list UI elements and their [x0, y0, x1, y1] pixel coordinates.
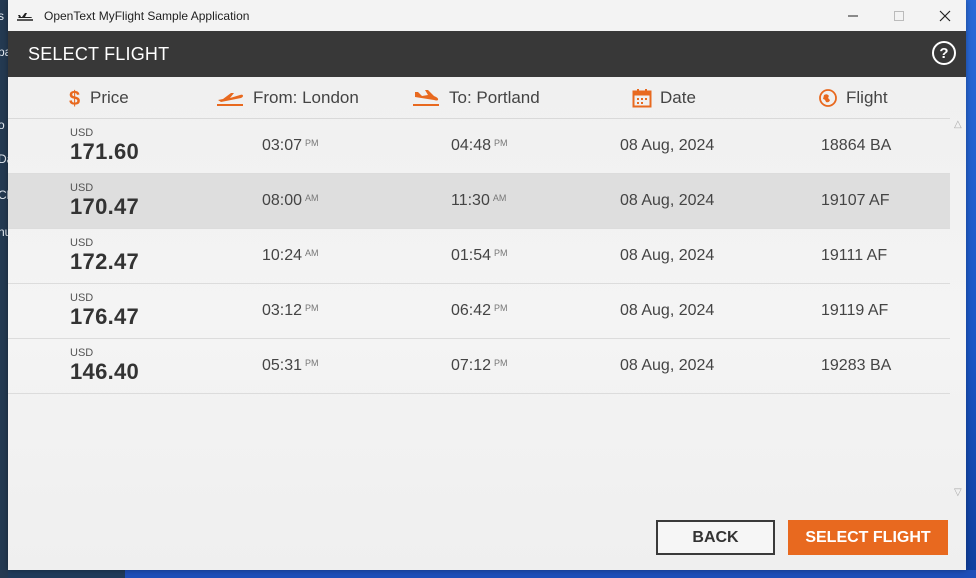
- arrival-time: 06:42 PM: [451, 302, 508, 320]
- departure-ampm: PM: [305, 138, 319, 148]
- page-header: SELECT FLIGHT ?: [8, 31, 966, 77]
- price-value: 146.40: [70, 359, 140, 384]
- maximize-button[interactable]: [876, 0, 922, 31]
- arrival-time-value: 04:48: [451, 137, 492, 154]
- takeoff-icon: [217, 92, 243, 106]
- price-value: 171.60: [70, 139, 140, 164]
- departure-time-value: 10:24: [262, 247, 303, 264]
- flight-date: 08 Aug, 2024: [620, 247, 715, 264]
- column-header-label: Flight: [846, 87, 888, 107]
- departure-ampm: PM: [305, 303, 319, 313]
- flight-date: 08 Aug, 2024: [620, 137, 715, 154]
- column-header-flight: Flight: [818, 77, 888, 118]
- flight-row-selected[interactable]: USD 170.47 08:00 AM 11:30 AM 08 Aug, 2024 …: [8, 174, 950, 229]
- price-value: 170.47: [70, 194, 140, 219]
- back-button[interactable]: BACK: [656, 520, 775, 555]
- departure-time: 05:31 PM: [262, 357, 319, 375]
- arrival-ampm: PM: [494, 358, 508, 368]
- departure-time-value: 03:12: [262, 302, 303, 319]
- price-value: 176.47: [70, 304, 140, 329]
- arrival-time-value: 11:30: [451, 192, 490, 209]
- app-window: OpenText MyFlight Sample Application SEL…: [8, 0, 966, 570]
- flight-date: 08 Aug, 2024: [620, 192, 715, 209]
- bg-text-fragment: s: [0, 9, 4, 23]
- departure-time: 10:24 AM: [262, 247, 319, 265]
- arrival-time: 07:12 PM: [451, 357, 508, 375]
- departure-time: 08:00 AM: [262, 192, 319, 210]
- close-icon: [939, 10, 951, 21]
- scroll-up-arrow-icon[interactable]: △: [954, 119, 962, 130]
- flight-row[interactable]: USD 146.40 05:31 PM 07:12 PM 08 Aug, 2024 …: [8, 339, 950, 394]
- departure-time-value: 05:31: [262, 357, 303, 374]
- column-header-from: From: London: [215, 77, 359, 118]
- arrival-ampm: AM: [492, 193, 507, 203]
- price-currency: USD: [70, 127, 94, 139]
- minimize-icon: [848, 15, 858, 16]
- flight-row[interactable]: USD 176.47 03:12 PM 06:42 PM 08 Aug, 2024 …: [8, 284, 950, 339]
- desktop-background-right: [966, 0, 976, 578]
- desktop-background-left: s pa o Da Cl nu: [0, 0, 13, 578]
- arrival-time: 04:48 PM: [451, 137, 508, 155]
- bg-text-fragment: o: [0, 118, 5, 132]
- arrival-time-value: 01:54: [451, 247, 492, 264]
- minimize-button[interactable]: [830, 0, 876, 31]
- arrival-ampm: PM: [494, 138, 508, 148]
- page-title: SELECT FLIGHT: [28, 43, 170, 64]
- column-headers: $ Price From: London To: Portland Date F…: [8, 77, 950, 119]
- landing-icon: [413, 89, 439, 106]
- arrival-time-value: 07:12: [451, 357, 492, 374]
- flight-row[interactable]: USD 171.60 03:07 PM 04:48 PM 08 Aug, 2024 …: [8, 119, 950, 174]
- column-header-label: Date: [660, 87, 696, 107]
- departure-ampm: AM: [305, 193, 319, 203]
- arrival-time-value: 06:42: [451, 302, 492, 319]
- flight-number: 19107 AF: [821, 192, 890, 209]
- departure-time-value: 03:07: [262, 137, 303, 154]
- flight-date: 08 Aug, 2024: [620, 357, 715, 374]
- flight-row[interactable]: USD 172.47 10:24 AM 01:54 PM 08 Aug, 2024 …: [8, 229, 950, 284]
- price-currency: USD: [70, 292, 94, 304]
- flight-number: 19111 AF: [821, 247, 888, 264]
- maximize-icon: [894, 10, 904, 21]
- price-currency: USD: [70, 347, 94, 359]
- flight-number: 18864 BA: [821, 137, 892, 154]
- window-title: OpenText MyFlight Sample Application: [44, 8, 250, 23]
- dollar-icon: $: [69, 88, 80, 109]
- column-header-label: From: London: [253, 87, 359, 107]
- departure-time: 03:12 PM: [262, 302, 319, 320]
- price-currency: USD: [70, 182, 94, 194]
- departure-time: 03:07 PM: [262, 137, 319, 155]
- column-header-price: $ Price: [68, 77, 129, 118]
- departure-ampm: PM: [305, 358, 319, 368]
- close-button[interactable]: [922, 0, 968, 31]
- calendar-icon: [632, 88, 652, 107]
- departure-time-value: 08:00: [262, 192, 303, 209]
- arrival-ampm: PM: [494, 248, 508, 258]
- help-button[interactable]: ?: [932, 41, 956, 65]
- flight-date: 08 Aug, 2024: [620, 302, 715, 319]
- scroll-down-arrow-icon[interactable]: ▽: [954, 487, 962, 498]
- departure-ampm: AM: [305, 248, 319, 258]
- column-header-to: To: Portland: [411, 77, 540, 118]
- title-bar: OpenText MyFlight Sample Application: [8, 0, 966, 31]
- select-flight-button[interactable]: SELECT FLIGHT: [788, 520, 948, 555]
- price-value: 172.47: [70, 249, 140, 274]
- arrival-ampm: PM: [494, 303, 508, 313]
- airplane-app-icon: [17, 12, 33, 21]
- help-icon: ?: [939, 44, 949, 62]
- desktop-background-bottom: [125, 570, 976, 578]
- svg-text:$: $: [69, 88, 80, 109]
- flight-number: 19283 BA: [821, 357, 892, 374]
- column-header-label: To: Portland: [449, 87, 540, 107]
- flight-list-panel: $ Price From: London To: Portland Date F…: [8, 77, 966, 570]
- column-header-date: Date: [632, 77, 696, 118]
- arrival-time: 11:30 AM: [451, 192, 506, 210]
- arrival-time: 01:54 PM: [451, 247, 508, 265]
- flight-number: 19119 AF: [821, 302, 889, 319]
- price-currency: USD: [70, 237, 94, 249]
- column-header-label: Price: [90, 87, 129, 107]
- flight-globe-icon: [819, 88, 837, 107]
